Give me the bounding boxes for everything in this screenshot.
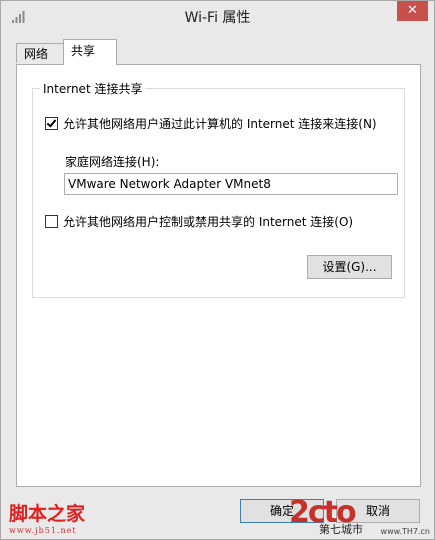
tab-sharing[interactable]: 共享 (63, 39, 117, 65)
ics-groupbox: Internet 连接共享 允许其他网络用户通过此计算机的 Internet 连… (32, 80, 405, 298)
allow-share-label: 允许其他网络用户通过此计算机的 Internet 连接来连接(N) (63, 117, 377, 131)
home-network-field[interactable] (64, 173, 398, 195)
title-bar[interactable]: Wi-Fi 属性 ✕ (1, 1, 434, 32)
tab-sharing-label: 共享 (71, 44, 96, 58)
watermark-jb51-title: 脚本之家 (9, 503, 86, 525)
window-title: Wi-Fi 属性 (184, 10, 251, 26)
watermark-2cto: 2cto 第七城市 www.TH7.cn (289, 495, 434, 539)
settings-button[interactable]: 设置(G)... (307, 255, 392, 279)
allow-control-label: 允许其他网络用户控制或禁用共享的 Internet 连接(O) (63, 215, 354, 229)
allow-share-checkbox[interactable] (45, 117, 58, 130)
allow-control-option[interactable]: 允许其他网络用户控制或禁用共享的 Internet 连接(O) (45, 213, 353, 230)
sharing-panel: Internet 连接共享 允许其他网络用户通过此计算机的 Internet 连… (16, 64, 421, 487)
properties-window: Wi-Fi 属性 ✕ 网络 共享 Internet 连接共享 允许其他网络用户通… (0, 0, 435, 540)
watermark-jb51-url: www.jb51.net (9, 526, 77, 535)
allow-control-checkbox[interactable] (45, 215, 58, 228)
close-icon: ✕ (407, 3, 418, 18)
watermark-2cto-sub: 第七城市 (319, 523, 363, 536)
tab-network[interactable]: 网络 (16, 43, 64, 63)
checkmark-icon (46, 117, 57, 128)
ics-group-title: Internet 连接共享 (40, 80, 146, 97)
close-button[interactable]: ✕ (397, 1, 428, 21)
allow-share-option[interactable]: 允许其他网络用户通过此计算机的 Internet 连接来连接(N) (45, 115, 377, 132)
home-network-label: 家庭网络连接(H): (65, 155, 160, 169)
watermark-2cto-site: www.TH7.cn (380, 527, 430, 536)
watermark-jb51: 脚本之家 www.jb51.net (9, 499, 85, 535)
tab-network-label: 网络 (24, 47, 49, 61)
